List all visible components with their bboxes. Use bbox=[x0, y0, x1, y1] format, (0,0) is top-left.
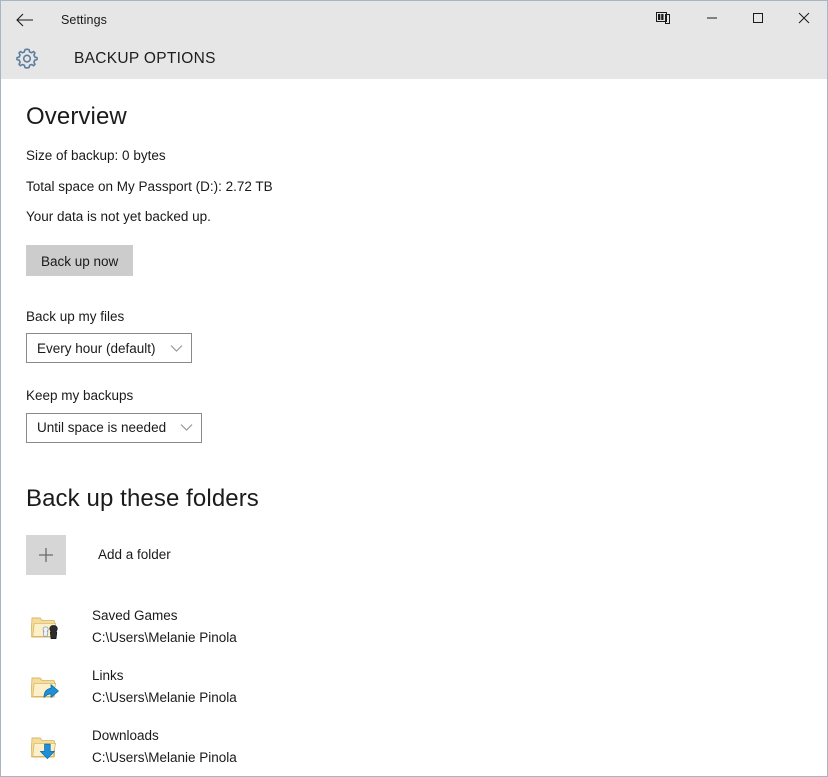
backup-frequency-value: Every hour (default) bbox=[37, 341, 156, 356]
backup-size-text: Size of backup: 0 bytes bbox=[26, 149, 827, 163]
backup-frequency-label: Back up my files bbox=[26, 310, 827, 324]
folder-info: Links C:\Users\Melanie Pinola bbox=[92, 669, 237, 704]
chevron-down-icon bbox=[180, 423, 193, 432]
folder-name: Saved Games bbox=[92, 609, 237, 623]
page-header: BACKUP OPTIONS bbox=[1, 38, 827, 79]
folder-saved-games-icon bbox=[30, 611, 62, 643]
folder-downloads-icon bbox=[30, 731, 62, 763]
window-controls bbox=[637, 1, 827, 38]
close-button[interactable] bbox=[781, 1, 827, 38]
backup-retention-label: Keep my backups bbox=[26, 389, 827, 403]
minimize-button[interactable] bbox=[689, 1, 735, 38]
backup-frequency-dropdown[interactable]: Every hour (default) bbox=[26, 333, 192, 363]
folder-info: Downloads C:\Users\Melanie Pinola bbox=[92, 729, 237, 764]
backup-retention-dropdown[interactable]: Until space is needed bbox=[26, 413, 202, 443]
gear-icon bbox=[13, 45, 41, 73]
folders-heading: Back up these folders bbox=[26, 487, 827, 511]
close-icon bbox=[798, 11, 810, 29]
back-arrow-icon bbox=[16, 13, 33, 27]
backup-frequency-group: Back up my files Every hour (default) bbox=[26, 310, 827, 364]
chevron-down-icon bbox=[170, 344, 183, 353]
plus-icon bbox=[26, 535, 66, 575]
title-bar: Settings bbox=[1, 1, 827, 38]
folder-info: Saved Games C:\Users\Melanie Pinola bbox=[92, 609, 237, 644]
maximize-button[interactable] bbox=[735, 1, 781, 38]
back-button[interactable] bbox=[1, 1, 47, 38]
list-item[interactable]: Saved Games C:\Users\Melanie Pinola bbox=[26, 601, 827, 653]
folder-name: Links bbox=[92, 669, 237, 683]
backup-retention-group: Keep my backups Until space is needed bbox=[26, 389, 827, 443]
folder-name: Downloads bbox=[92, 729, 237, 743]
list-item[interactable]: Links C:\Users\Melanie Pinola bbox=[26, 661, 827, 713]
snap-layout-icon bbox=[656, 11, 670, 29]
list-item[interactable]: Downloads C:\Users\Melanie Pinola bbox=[26, 721, 827, 773]
folder-links-icon bbox=[30, 671, 62, 703]
folder-path: C:\Users\Melanie Pinola bbox=[92, 631, 237, 645]
folders-section: Back up these folders Add a folder bbox=[26, 487, 827, 773]
page-title: BACKUP OPTIONS bbox=[74, 50, 216, 68]
backup-retention-value: Until space is needed bbox=[37, 420, 166, 435]
settings-window: Settings bbox=[0, 0, 828, 777]
back-up-now-button[interactable]: Back up now bbox=[26, 245, 133, 276]
minimize-icon bbox=[706, 11, 718, 29]
folder-path: C:\Users\Melanie Pinola bbox=[92, 751, 237, 765]
app-title: Settings bbox=[61, 13, 107, 27]
maximize-icon bbox=[752, 11, 764, 29]
overview-heading: Overview bbox=[26, 105, 827, 129]
add-folder-label: Add a folder bbox=[98, 547, 171, 562]
total-space-text: Total space on My Passport (D:): 2.72 TB bbox=[26, 180, 827, 194]
add-folder-button[interactable]: Add a folder bbox=[26, 535, 827, 575]
folder-path: C:\Users\Melanie Pinola bbox=[92, 691, 237, 705]
snap-layout-button[interactable] bbox=[637, 1, 689, 38]
backup-status-text: Your data is not yet backed up. bbox=[26, 210, 827, 224]
settings-content: Overview Size of backup: 0 bytes Total s… bbox=[1, 79, 827, 776]
